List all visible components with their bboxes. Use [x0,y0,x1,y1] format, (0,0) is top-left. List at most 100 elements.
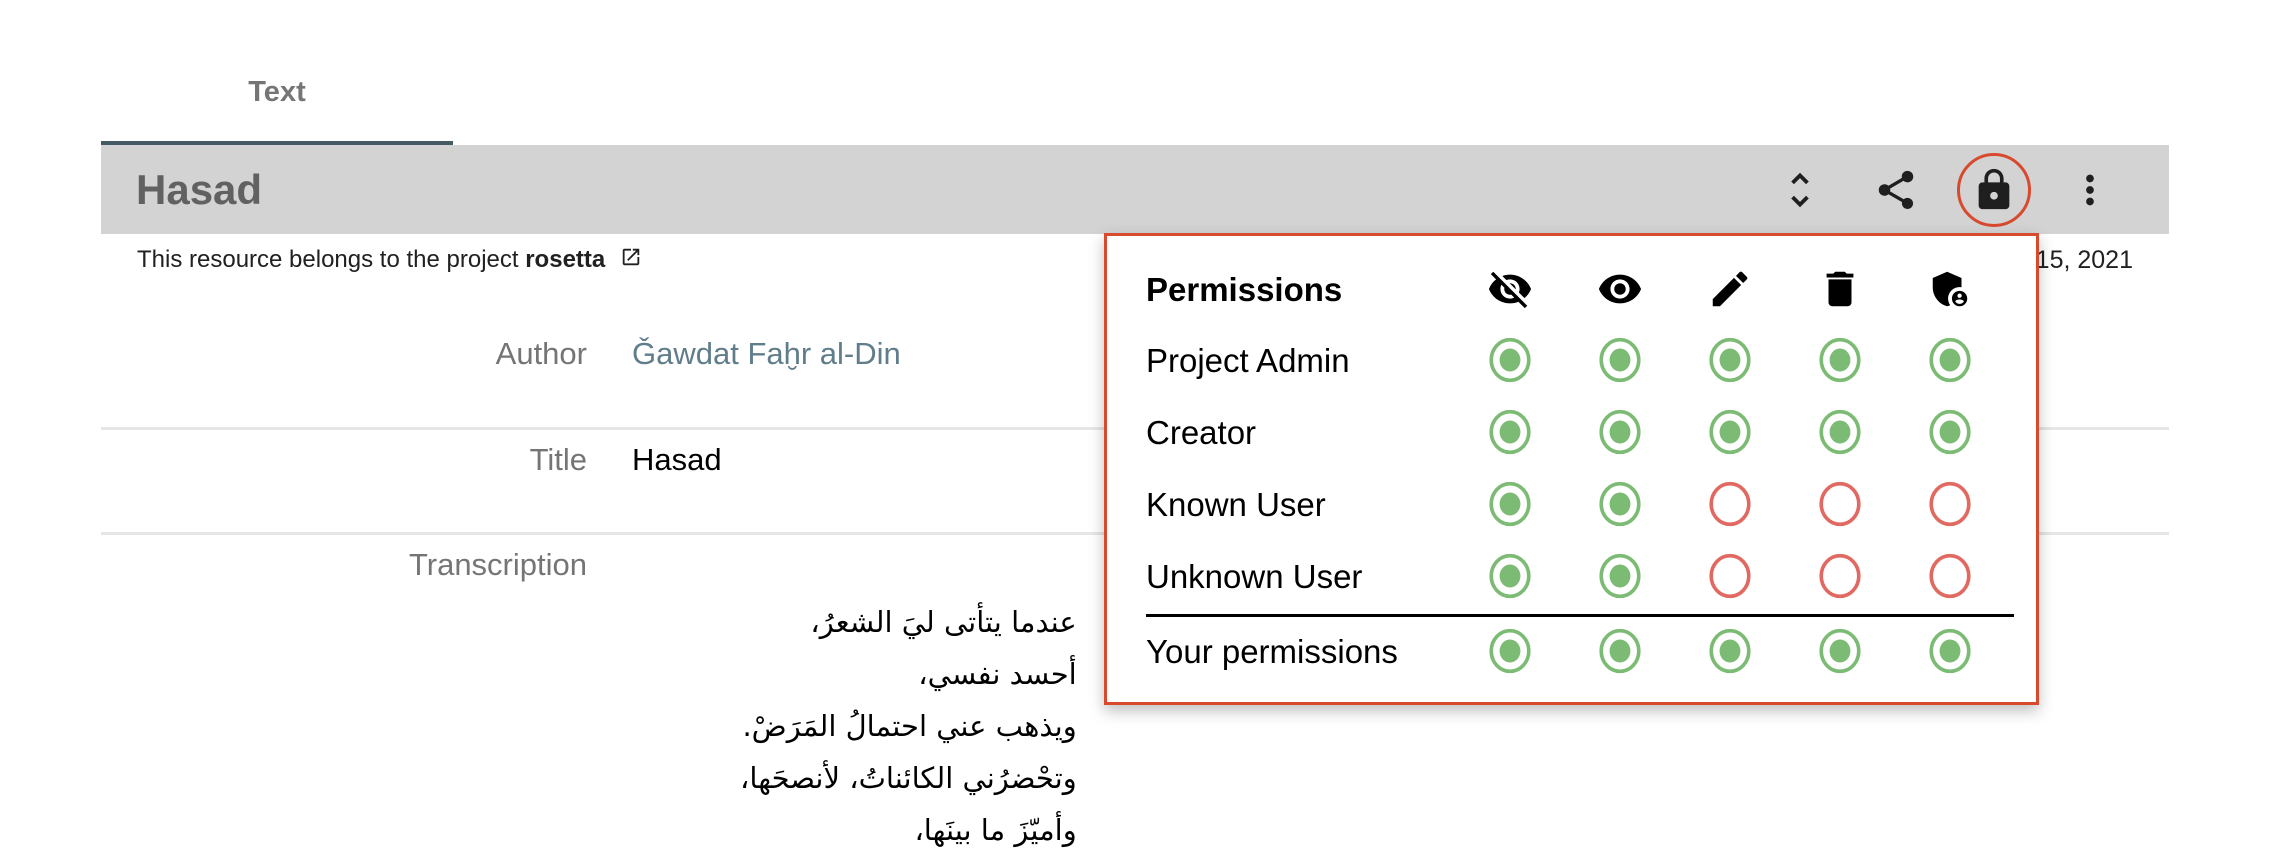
transcription-line: ويذهب عني احتمالُ المَرَضْ. [742,709,1077,743]
transcription-line: وأميّزَ ما بينَها، [914,813,1077,847]
radio-checked-icon [1599,409,1641,455]
permission-granted-indicator [1596,627,1644,675]
resource-title: Hasad [136,166,263,213]
permissions-header-row: Permissions [1146,259,2006,319]
transcription-line: عندما يتأتى ليَ الشعرُ، [810,605,1077,639]
radio-checked-icon [1929,409,1971,455]
role-label: Unknown User [1146,558,1363,595]
permission-denied-indicator [1816,552,1864,600]
radio-unchecked-icon [1819,553,1861,599]
share-icon [1878,170,1914,210]
permission-granted-indicator [1486,552,1534,600]
author-label: Author [495,336,587,371]
permission-row-unknown-user: Unknown User [1146,546,2006,606]
permission-granted-indicator [1486,336,1534,384]
edit-icon [1712,271,1748,307]
permission-denied-indicator [1816,480,1864,528]
permission-granted-indicator [1816,408,1864,456]
radio-unchecked-icon [1929,481,1971,527]
permission-granted-indicator [1486,408,1534,456]
tab-text[interactable]: Text [101,60,453,145]
col-view [1596,265,1644,313]
radio-checked-icon [1489,628,1531,674]
radio-checked-icon [1929,628,1971,674]
permissions-button[interactable] [1970,166,2018,214]
visibility-icon [1598,274,1642,304]
radio-unchecked-icon [1929,553,1971,599]
col-hidden [1486,265,1534,313]
project-info-prefix: This resource belongs to the project [137,246,519,273]
col-delete [1816,265,1864,313]
permission-granted-indicator [1596,480,1644,528]
radio-checked-icon [1709,628,1751,674]
permission-denied-indicator [1926,480,1974,528]
radio-checked-icon [1489,481,1531,527]
permission-granted-indicator [1816,627,1864,675]
radio-checked-icon [1599,337,1641,383]
permission-row-creator: Creator [1146,402,2006,462]
permission-granted-indicator [1706,627,1754,675]
permission-granted-indicator [1596,408,1644,456]
resource-header: Hasad [101,145,2169,234]
permission-granted-indicator [1596,336,1644,384]
permissions-divider [1146,614,2014,617]
share-button[interactable] [1872,166,1920,214]
more-vert-icon [2086,174,2094,206]
radio-checked-icon [1599,628,1641,674]
expand-collapse-button[interactable] [1776,166,1824,214]
radio-checked-icon [1819,628,1861,674]
radio-unchecked-icon [1709,481,1751,527]
permission-granted-indicator [1816,336,1864,384]
radio-checked-icon [1709,409,1751,455]
transcription-text: عندما يتأتى ليَ الشعرُ، أحسد نفسي، ويذهب… [740,596,1077,856]
more-options-button[interactable] [2066,166,2114,214]
permission-granted-indicator [1926,336,1974,384]
unfold-more-icon [1791,172,1809,208]
role-label: Known User [1146,486,1326,523]
author-link[interactable]: Ǧawdat Faḫr al-Din [632,336,901,372]
title-value: Hasad [632,442,722,477]
permission-granted-indicator [1706,336,1754,384]
radio-checked-icon [1929,337,1971,383]
transcription-label: Transcription [408,547,587,582]
permission-denied-indicator [1706,552,1754,600]
permission-row-known-user: Known User [1146,474,2006,534]
radio-checked-icon [1819,409,1861,455]
visibility-off-icon [1488,271,1532,309]
lock-icon [1978,168,2010,210]
permission-row-project-admin: Project Admin [1146,330,2006,390]
transcription-line: وتحْضرُني الكائناتُ، لأنصحَها، [740,761,1077,795]
permissions-title: Permissions [1146,271,1343,308]
admin-shield-icon [1932,271,1968,307]
radio-checked-icon [1599,553,1641,599]
permission-row-yours: Your permissions [1146,621,2006,681]
your-permissions-label: Your permissions [1146,633,1398,670]
permission-denied-indicator [1926,552,1974,600]
permission-granted-indicator [1486,627,1534,675]
radio-checked-icon [1599,481,1641,527]
permission-granted-indicator [1926,408,1974,456]
project-link[interactable]: rosetta [525,246,605,273]
permission-granted-indicator [1486,480,1534,528]
radio-checked-icon [1709,337,1751,383]
col-admin [1926,265,1974,313]
permission-granted-indicator [1596,552,1644,600]
permission-denied-indicator [1706,480,1754,528]
open-in-new-icon[interactable] [620,246,642,268]
radio-checked-icon [1489,337,1531,383]
role-label: Project Admin [1146,342,1350,379]
radio-checked-icon [1819,337,1861,383]
project-info: This resource belongs to the project ros… [137,246,642,274]
permission-granted-indicator [1706,408,1754,456]
radio-unchecked-icon [1709,553,1751,599]
radio-checked-icon [1489,409,1531,455]
role-label: Creator [1146,414,1257,451]
transcription-line: أحسد نفسي، [918,657,1077,691]
title-label: Title [529,442,587,477]
col-edit [1706,265,1754,313]
radio-unchecked-icon [1819,481,1861,527]
delete-icon [1826,271,1854,307]
radio-checked-icon [1489,553,1531,599]
permission-granted-indicator [1926,627,1974,675]
tab-label: Text [248,76,306,108]
